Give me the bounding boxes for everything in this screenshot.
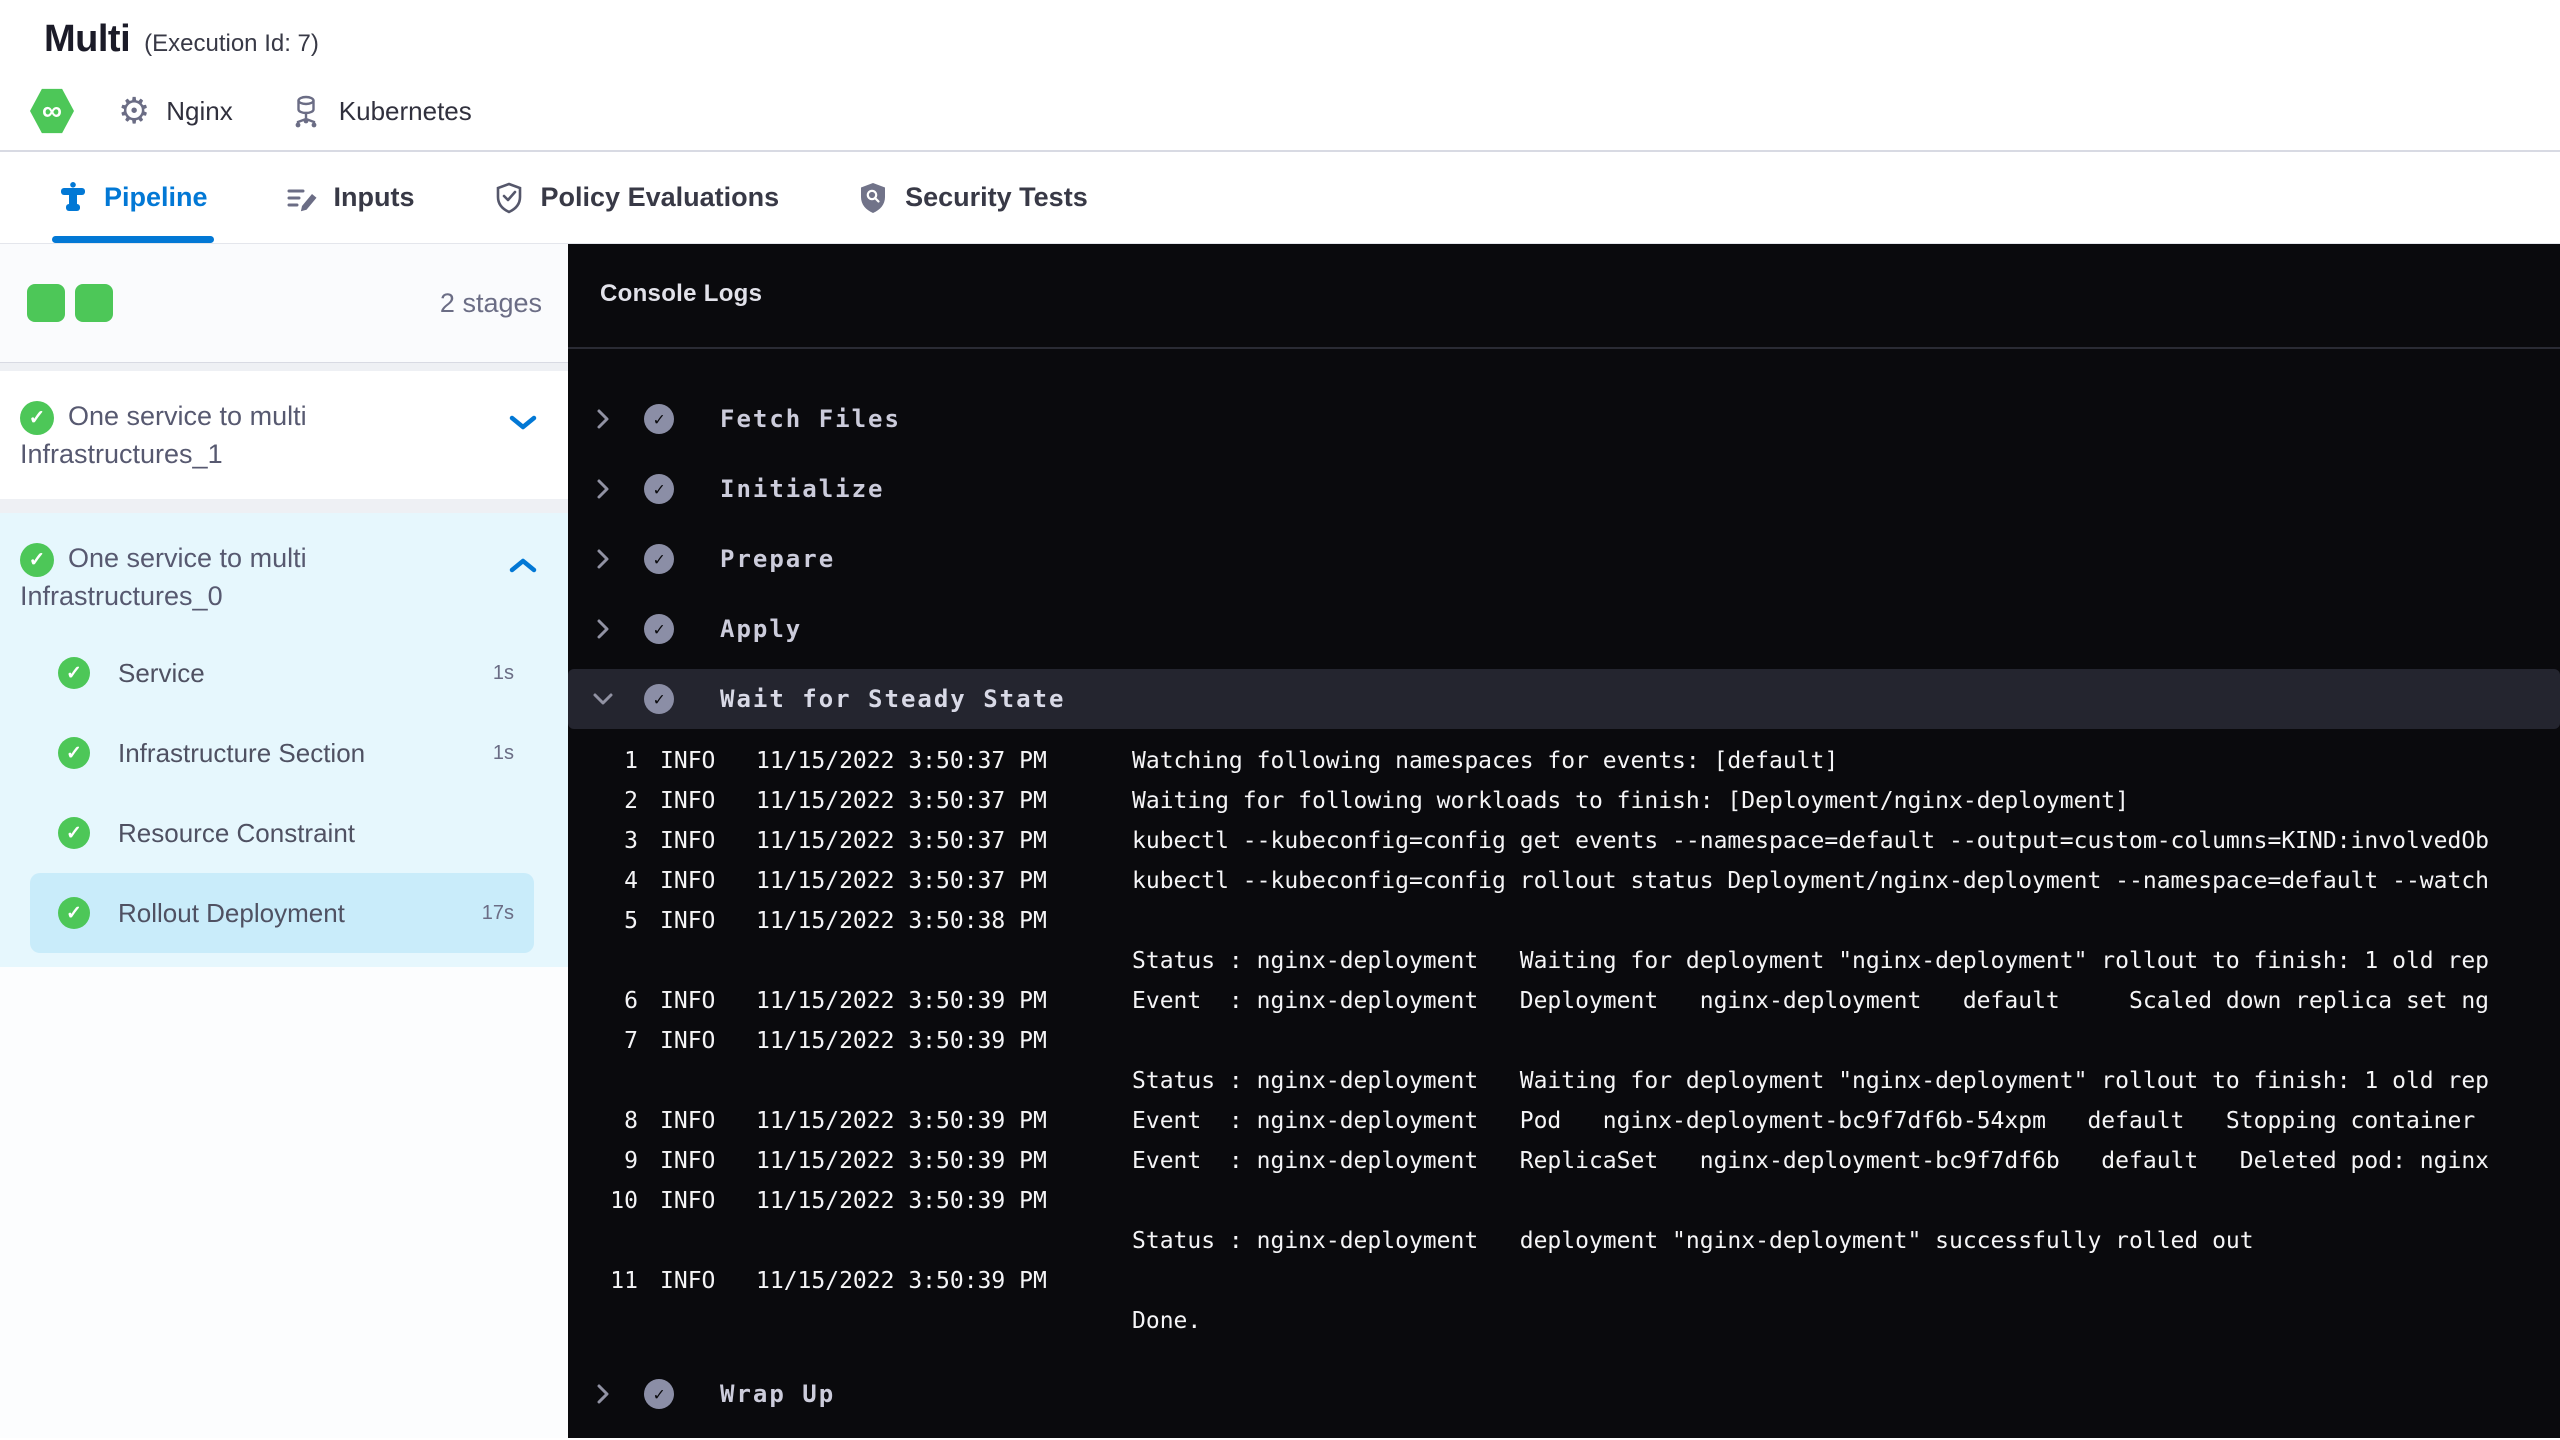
- log-line: 5 INFO 11/15/2022 3:50:38 PM: [624, 908, 1047, 934]
- tab-pipeline[interactable]: Pipeline: [52, 152, 214, 243]
- success-check-icon: ✓: [58, 657, 90, 689]
- tab-security-tests[interactable]: Security Tests: [857, 152, 1088, 243]
- console-step-wait-for-steady-state[interactable]: ✓ Wait for Steady State: [568, 669, 2560, 729]
- execution-id: (Execution Id: 7): [144, 30, 319, 57]
- stage-status-square: [27, 284, 65, 322]
- log-line: 3 INFO 11/15/2022 3:50:37 PM kubectl --kube…: [624, 828, 2490, 854]
- tab-label: Inputs: [333, 182, 415, 212]
- log-line: 1 INFO 11/15/2022 3:50:37 PM Watching follo…: [624, 748, 1839, 774]
- stage-status-square: [75, 284, 113, 322]
- execution-tabs: Pipeline Inputs Policy Evaluations Secur…: [0, 152, 2560, 243]
- chevron-up-icon[interactable]: [508, 555, 538, 580]
- substep-resource-constraint[interactable]: ✓ Resource Constraint: [20, 793, 544, 873]
- substep-infrastructure-section[interactable]: ✓ Infrastructure Section 1s: [20, 713, 544, 793]
- step-success-icon: ✓: [644, 684, 674, 714]
- substep-list: ✓ Service 1s ✓ Infrastructure Section 1s…: [20, 633, 544, 953]
- log-line: 7 INFO 11/15/2022 3:50:39 PM: [624, 1028, 1047, 1054]
- console-step-apply[interactable]: ✓ Apply: [568, 594, 2560, 664]
- stage-label: ✓ One service to multi Infrastructures_0: [20, 542, 307, 611]
- environment-name[interactable]: Kubernetes: [339, 96, 472, 127]
- log-line: 9 INFO 11/15/2022 3:50:39 PM Event : nginx-…: [624, 1148, 2490, 1174]
- step-success-icon: ✓: [644, 614, 674, 644]
- active-tab-underline: [52, 236, 214, 243]
- console-step-prepare[interactable]: ✓ Prepare: [568, 524, 2560, 594]
- inputs-icon: [287, 189, 317, 211]
- log-line: Status : nginx-deployment Waiting for de…: [1132, 1068, 2490, 1094]
- stage-item-infrastructures-1[interactable]: ✓ One service to multi Infrastructures_1: [0, 371, 568, 499]
- stage-label: ✓ One service to multi Infrastructures_1: [20, 400, 307, 469]
- service-gear-icon: ⚙: [118, 90, 151, 131]
- success-check-icon: ✓: [58, 737, 90, 769]
- chevron-right-icon: [592, 408, 614, 430]
- log-line: Done.: [1132, 1308, 1202, 1334]
- chevron-down-icon[interactable]: [508, 413, 538, 438]
- substep-rollout-deployment[interactable]: ✓ Rollout Deployment 17s: [30, 873, 534, 953]
- duration: 1s: [492, 741, 514, 764]
- tab-label: Policy Evaluations: [540, 182, 780, 212]
- log-line: 4 INFO 11/15/2022 3:50:37 PM kubectl --kube…: [624, 868, 2490, 894]
- chevron-right-icon: [592, 548, 614, 570]
- console-step-wrap-up[interactable]: ✓ Wrap Up: [568, 1359, 2560, 1429]
- service-name[interactable]: Nginx: [166, 96, 232, 127]
- cd-module-icon: ∞: [30, 88, 74, 134]
- policy-shield-icon: [496, 182, 521, 213]
- chevron-right-icon: [592, 478, 614, 500]
- tab-label: Pipeline: [104, 182, 208, 212]
- console-step-initialize[interactable]: ✓ Initialize: [568, 454, 2560, 524]
- success-check-icon: ✓: [58, 897, 90, 929]
- log-line: Status : nginx-deployment Waiting for de…: [1132, 948, 2490, 974]
- log-line: 10 INFO 11/15/2022 3:50:39 PM: [610, 1188, 1047, 1214]
- console-logs-title: Console Logs: [600, 280, 763, 307]
- log-line: 8 INFO 11/15/2022 3:50:39 PM Event : nginx-…: [624, 1108, 2476, 1134]
- sidebar-empty-area: [0, 967, 568, 1438]
- chevron-right-icon: [592, 618, 614, 640]
- environment-icon: [289, 94, 323, 128]
- chevron-down-icon: [592, 692, 614, 706]
- stages-sidebar: 2 stages ✓ One service to multi Infrastru…: [0, 244, 568, 1438]
- tab-label: Security Tests: [905, 182, 1088, 212]
- stage-item-infrastructures-0[interactable]: ✓ One service to multi Infrastructures_0 …: [0, 513, 568, 967]
- chevron-right-icon: [592, 1383, 614, 1405]
- execution-header: Multi (Execution Id: 7) ∞ ⚙ Nginx Kubern…: [0, 0, 2560, 152]
- console-logs-panel: Console Logs ✓ Fetch Files ✓ Initialize …: [568, 244, 2560, 1438]
- page-title: Multi: [44, 18, 131, 60]
- tab-policy-evaluations[interactable]: Policy Evaluations: [493, 152, 780, 243]
- pipeline-icon: [61, 181, 85, 211]
- success-check-icon: ✓: [20, 400, 54, 435]
- success-check-icon: ✓: [58, 817, 90, 849]
- stage-count: 2 stages: [439, 287, 542, 318]
- step-success-icon: ✓: [644, 404, 674, 434]
- stages-summary: 2 stages: [0, 244, 568, 363]
- security-shield-icon: [861, 182, 886, 213]
- log-line: 11 INFO 11/15/2022 3:50:39 PM: [610, 1268, 1047, 1294]
- log-line: Status : nginx-deployment deployment "ng…: [1132, 1228, 2254, 1254]
- log-line: 6 INFO 11/15/2022 3:50:39 PM Event : nginx-…: [624, 988, 2490, 1014]
- console-step-fetch-files[interactable]: ✓ Fetch Files: [568, 384, 2560, 454]
- duration: 17s: [481, 901, 514, 924]
- step-success-icon: ✓: [644, 544, 674, 574]
- substep-service[interactable]: ✓ Service 1s: [20, 633, 544, 713]
- log-line: 2 INFO 11/15/2022 3:50:37 PM Waiting for fo…: [624, 788, 2129, 814]
- step-success-icon: ✓: [644, 1379, 674, 1409]
- success-check-icon: ✓: [20, 542, 54, 577]
- log-output: 1 INFO 11/15/2022 3:50:37 PM Watching follo…: [568, 741, 2560, 1341]
- step-success-icon: ✓: [644, 474, 674, 504]
- duration: 1s: [492, 661, 514, 684]
- tab-inputs[interactable]: Inputs: [286, 152, 415, 243]
